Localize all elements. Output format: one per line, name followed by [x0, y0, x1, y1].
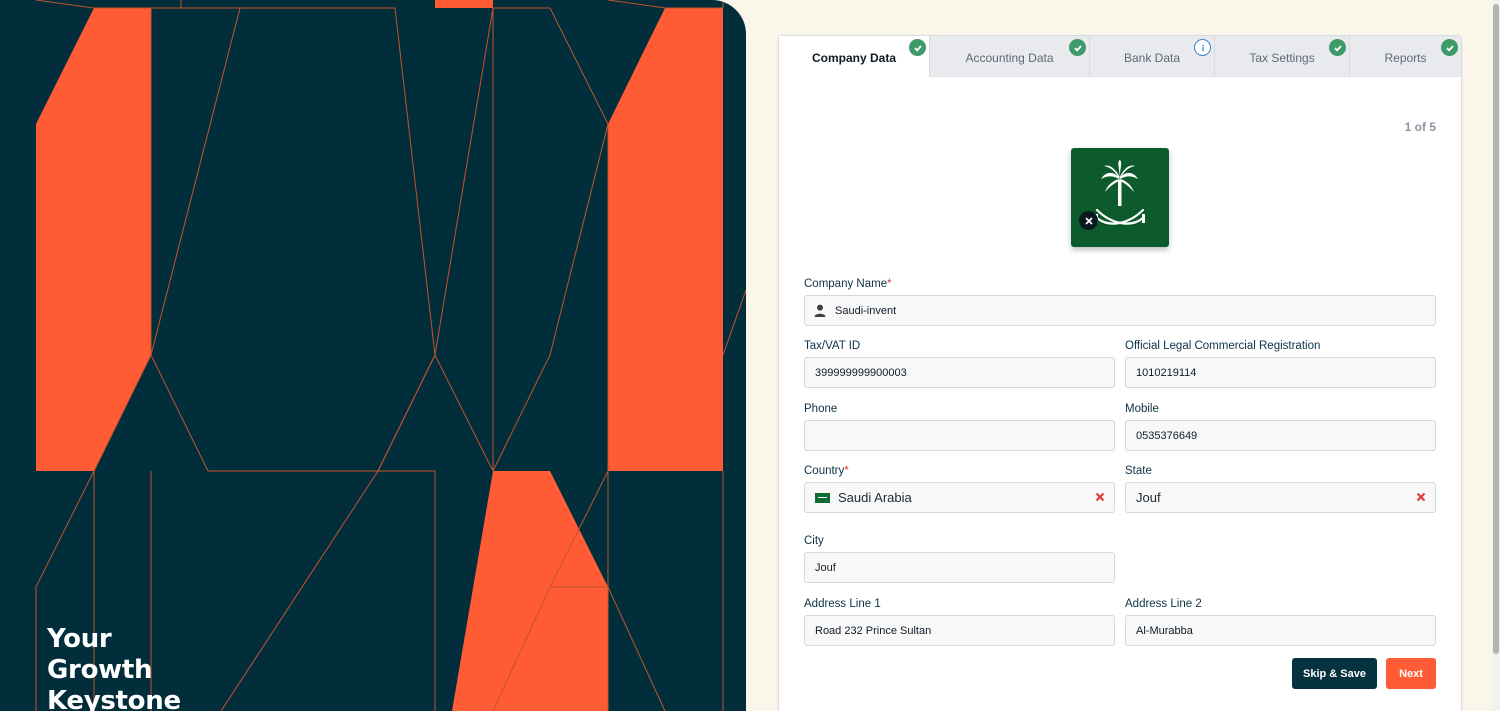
- country-label-text: Country: [804, 465, 845, 477]
- state-value: Jouf: [1136, 490, 1161, 505]
- phone-label: Phone: [804, 403, 838, 415]
- tab-accounting-data[interactable]: Accounting Data: [929, 36, 1089, 76]
- check-circle-icon: [909, 39, 926, 56]
- address-line-1-value: Road 232 Prince Sultan: [815, 624, 932, 637]
- tab-label: Bank Data: [1123, 50, 1181, 65]
- hero-tagline-line: Your: [47, 624, 112, 654]
- commercial-registration-input[interactable]: 1010219114: [1125, 357, 1436, 388]
- tax-vat-label: Tax/VAT ID: [804, 340, 861, 352]
- country-label: Country*: [804, 465, 849, 477]
- setup-tabs: Company Data Accounting Data Bank Data T…: [779, 36, 1461, 77]
- address-line-2-value: Al-Murabba: [1136, 624, 1193, 637]
- company-name-label-text: Company Name: [804, 278, 888, 290]
- phone-input[interactable]: [804, 420, 1115, 451]
- tab-label: Accounting Data: [965, 50, 1054, 65]
- page-scrollbar[interactable]: [1492, 0, 1500, 711]
- hero-panel: Your Growth Keystone: [0, 0, 746, 711]
- address-line-2-label: Address Line 2: [1125, 598, 1202, 610]
- city-value: Jouf: [815, 561, 836, 574]
- check-circle-icon: [1441, 39, 1458, 56]
- tab-reports[interactable]: Reports: [1349, 36, 1461, 76]
- mobile-label: Mobile: [1125, 403, 1159, 415]
- close-icon: [1084, 216, 1093, 225]
- tab-company-data[interactable]: Company Data: [779, 36, 929, 77]
- user-icon: [814, 304, 826, 320]
- palm-swords-emblem: [1095, 160, 1145, 225]
- skip-and-save-button[interactable]: Skip & Save: [1292, 658, 1377, 689]
- remove-logo-button[interactable]: [1079, 211, 1098, 230]
- tab-label: Reports: [1384, 50, 1427, 65]
- hero-tagline-line: Growth: [47, 655, 153, 685]
- required-marker: *: [844, 465, 849, 477]
- country-value: Saudi Arabia: [838, 490, 912, 505]
- commercial-registration-value: 1010219114: [1136, 366, 1197, 379]
- mobile-input[interactable]: 0535376649: [1125, 420, 1436, 451]
- required-marker: *: [887, 278, 892, 290]
- tab-label: Tax Settings: [1249, 50, 1315, 65]
- step-indicator: 1 of 5: [1404, 120, 1436, 134]
- company-name-value: Saudi-invent: [835, 304, 897, 317]
- tax-vat-input[interactable]: 399999999900003: [804, 357, 1115, 388]
- state-select[interactable]: Jouf: [1125, 482, 1436, 513]
- tab-tax-settings[interactable]: Tax Settings: [1214, 36, 1349, 76]
- city-input[interactable]: Jouf: [804, 552, 1115, 583]
- city-label: City: [804, 535, 824, 547]
- hero-pattern: [35, 0, 746, 711]
- commercial-registration-label: Official Legal Commercial Registration: [1125, 340, 1321, 352]
- hero-tagline: Your Growth Keystone: [47, 624, 181, 711]
- company-logo[interactable]: [1071, 148, 1169, 247]
- company-setup-card: Company Data Accounting Data Bank Data T…: [778, 35, 1462, 711]
- address-line-1-input[interactable]: Road 232 Prince Sultan: [804, 615, 1115, 646]
- check-circle-icon: [1329, 39, 1346, 56]
- address-line-2-input[interactable]: Al-Murabba: [1125, 615, 1436, 646]
- close-icon[interactable]: [1094, 491, 1106, 503]
- next-button[interactable]: Next: [1386, 658, 1436, 689]
- tab-bank-data[interactable]: Bank Data: [1089, 36, 1214, 76]
- saudi-flag-icon: [815, 492, 830, 503]
- state-label: State: [1125, 465, 1152, 477]
- check-circle-icon: [1069, 39, 1086, 56]
- company-name-label: Company Name*: [804, 278, 892, 290]
- close-icon[interactable]: [1415, 491, 1427, 503]
- mobile-value: 0535376649: [1136, 429, 1198, 442]
- hero-tagline-line: Keystone: [47, 686, 181, 711]
- info-circle-icon: [1194, 39, 1211, 56]
- scrollbar-thumb[interactable]: [1493, 4, 1499, 654]
- tab-label: Company Data: [811, 51, 897, 65]
- country-select[interactable]: Saudi Arabia: [804, 482, 1115, 513]
- tax-vat-value: 399999999900003: [815, 366, 907, 379]
- address-line-1-label: Address Line 1: [804, 598, 881, 610]
- company-name-input[interactable]: Saudi-invent: [804, 295, 1436, 326]
